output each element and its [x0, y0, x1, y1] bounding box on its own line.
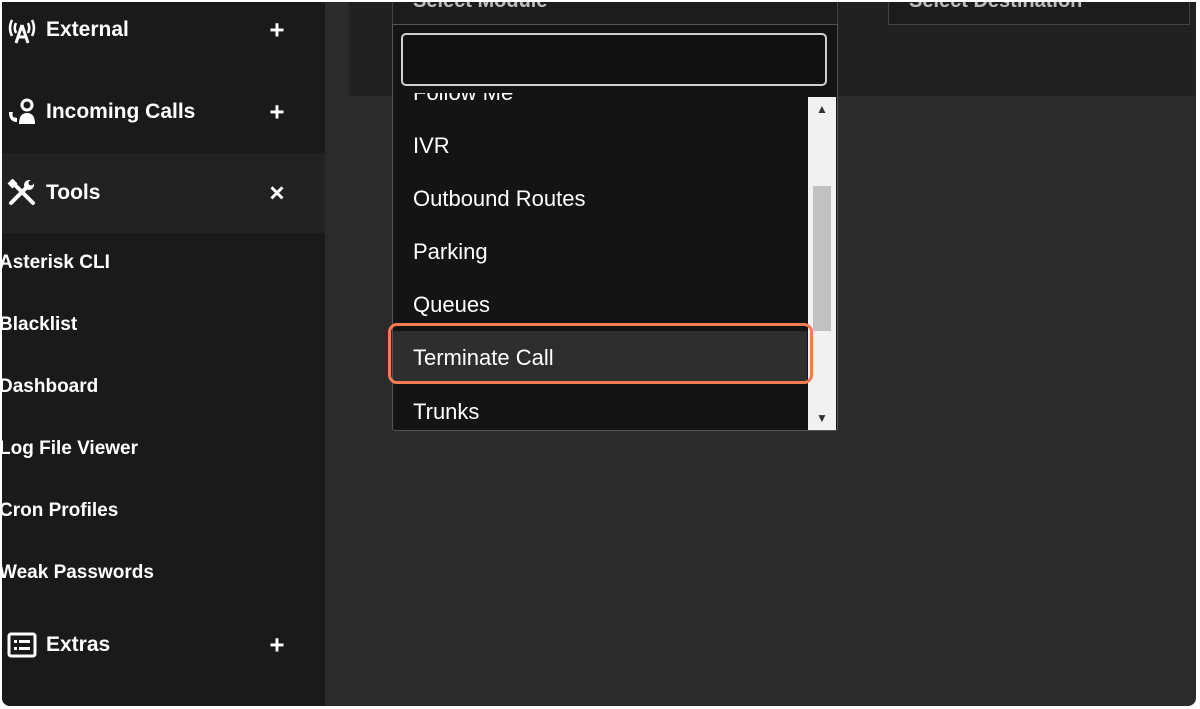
sidebar-item-cron-profiles[interactable]: Cron Profiles: [2, 500, 118, 522]
sidebar-item-asterisk-cli[interactable]: Asterisk CLI: [2, 252, 110, 274]
option-outbound-routes[interactable]: Outbound Routes: [393, 172, 807, 225]
option-terminate-call[interactable]: Terminate Call: [393, 331, 807, 384]
tools-icon: [6, 178, 38, 208]
destination-select[interactable]: Select Destination: [888, 2, 1190, 25]
module-select-placeholder: Select Module: [413, 2, 547, 13]
destination-select-placeholder: Select Destination: [909, 2, 1082, 13]
list-icon: [6, 630, 38, 660]
option-follow-me[interactable]: Follow Me: [393, 93, 807, 119]
sidebar-section-incoming-calls[interactable]: Incoming Calls +: [2, 72, 325, 152]
sidebar-section-label: Incoming Calls: [46, 100, 196, 123]
dropdown-options: Follow Me IVR Outbound Routes Parking Qu…: [393, 93, 807, 429]
sidebar-section-label: Extras: [46, 633, 111, 656]
expand-icon[interactable]: +: [266, 630, 288, 661]
sidebar-item-weak-passwords[interactable]: Weak Passwords: [2, 562, 154, 584]
scroll-thumb[interactable]: [813, 186, 831, 331]
module-select[interactable]: Select Module: [392, 2, 838, 25]
dropdown-scrollbar[interactable]: ▲ ▼: [808, 97, 836, 430]
option-ivr[interactable]: IVR: [393, 119, 807, 172]
option-parking[interactable]: Parking: [393, 225, 807, 278]
collapse-icon[interactable]: ×: [266, 178, 288, 209]
sidebar-section-external[interactable]: External +: [2, 2, 325, 70]
scroll-up-arrow-icon[interactable]: ▲: [808, 99, 836, 119]
sidebar-section-tools[interactable]: Tools ×: [2, 153, 325, 233]
module-dropdown: Follow Me IVR Outbound Routes Parking Qu…: [392, 24, 838, 431]
sidebar-section-label: Tools: [46, 181, 101, 204]
sidebar-section-label: External: [46, 18, 129, 41]
sidebar-item-blacklist[interactable]: Blacklist: [2, 314, 77, 336]
sidebar-item-log-file-viewer[interactable]: Log File Viewer: [2, 438, 138, 460]
dropdown-search-input[interactable]: [401, 33, 827, 86]
scroll-down-arrow-icon[interactable]: ▼: [808, 408, 836, 428]
sidebar-item-dashboard[interactable]: Dashboard: [2, 376, 98, 398]
sidebar-section-extras[interactable]: Extras +: [2, 605, 325, 685]
app-window: External + Incoming Calls + Tools × Aste…: [2, 2, 1196, 706]
option-trunks[interactable]: Trunks: [393, 385, 807, 429]
incoming-call-user-icon: [6, 97, 38, 127]
expand-icon[interactable]: +: [266, 97, 288, 128]
expand-icon[interactable]: +: [266, 15, 288, 46]
sidebar: External + Incoming Calls + Tools × Aste…: [2, 2, 325, 706]
option-queues[interactable]: Queues: [393, 278, 807, 331]
broadcast-tower-icon: [6, 15, 38, 45]
